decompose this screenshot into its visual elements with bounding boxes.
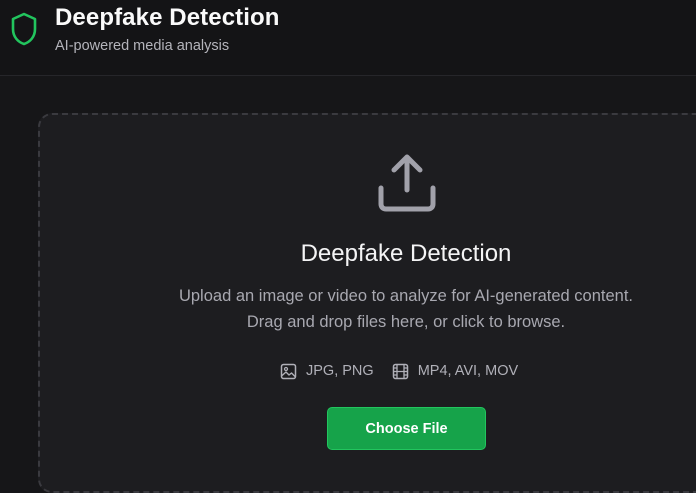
- app-title: Deepfake Detection: [55, 4, 280, 31]
- image-icon: [280, 363, 297, 379]
- format-images: JPG, PNG: [280, 363, 374, 380]
- format-images-label: JPG, PNG: [306, 363, 374, 379]
- shield-icon: [11, 12, 37, 46]
- app-header: Deepfake Detection AI-powered media anal…: [0, 0, 696, 76]
- film-icon: [392, 363, 408, 379]
- dropzone-description: Upload an image or video to analyze for …: [178, 287, 634, 331]
- upload-icon: [378, 154, 436, 212]
- dropzone-title: Deepfake Detection: [300, 240, 512, 267]
- supported-formats: JPG, PNG MP4, AVI, MOV: [280, 361, 518, 381]
- app-subtitle: AI-powered media analysis: [55, 38, 230, 54]
- format-videos-label: MP4, AVI, MOV: [417, 363, 519, 379]
- choose-file-button[interactable]: Choose File: [327, 407, 486, 450]
- format-videos: MP4, AVI, MOV: [392, 363, 518, 380]
